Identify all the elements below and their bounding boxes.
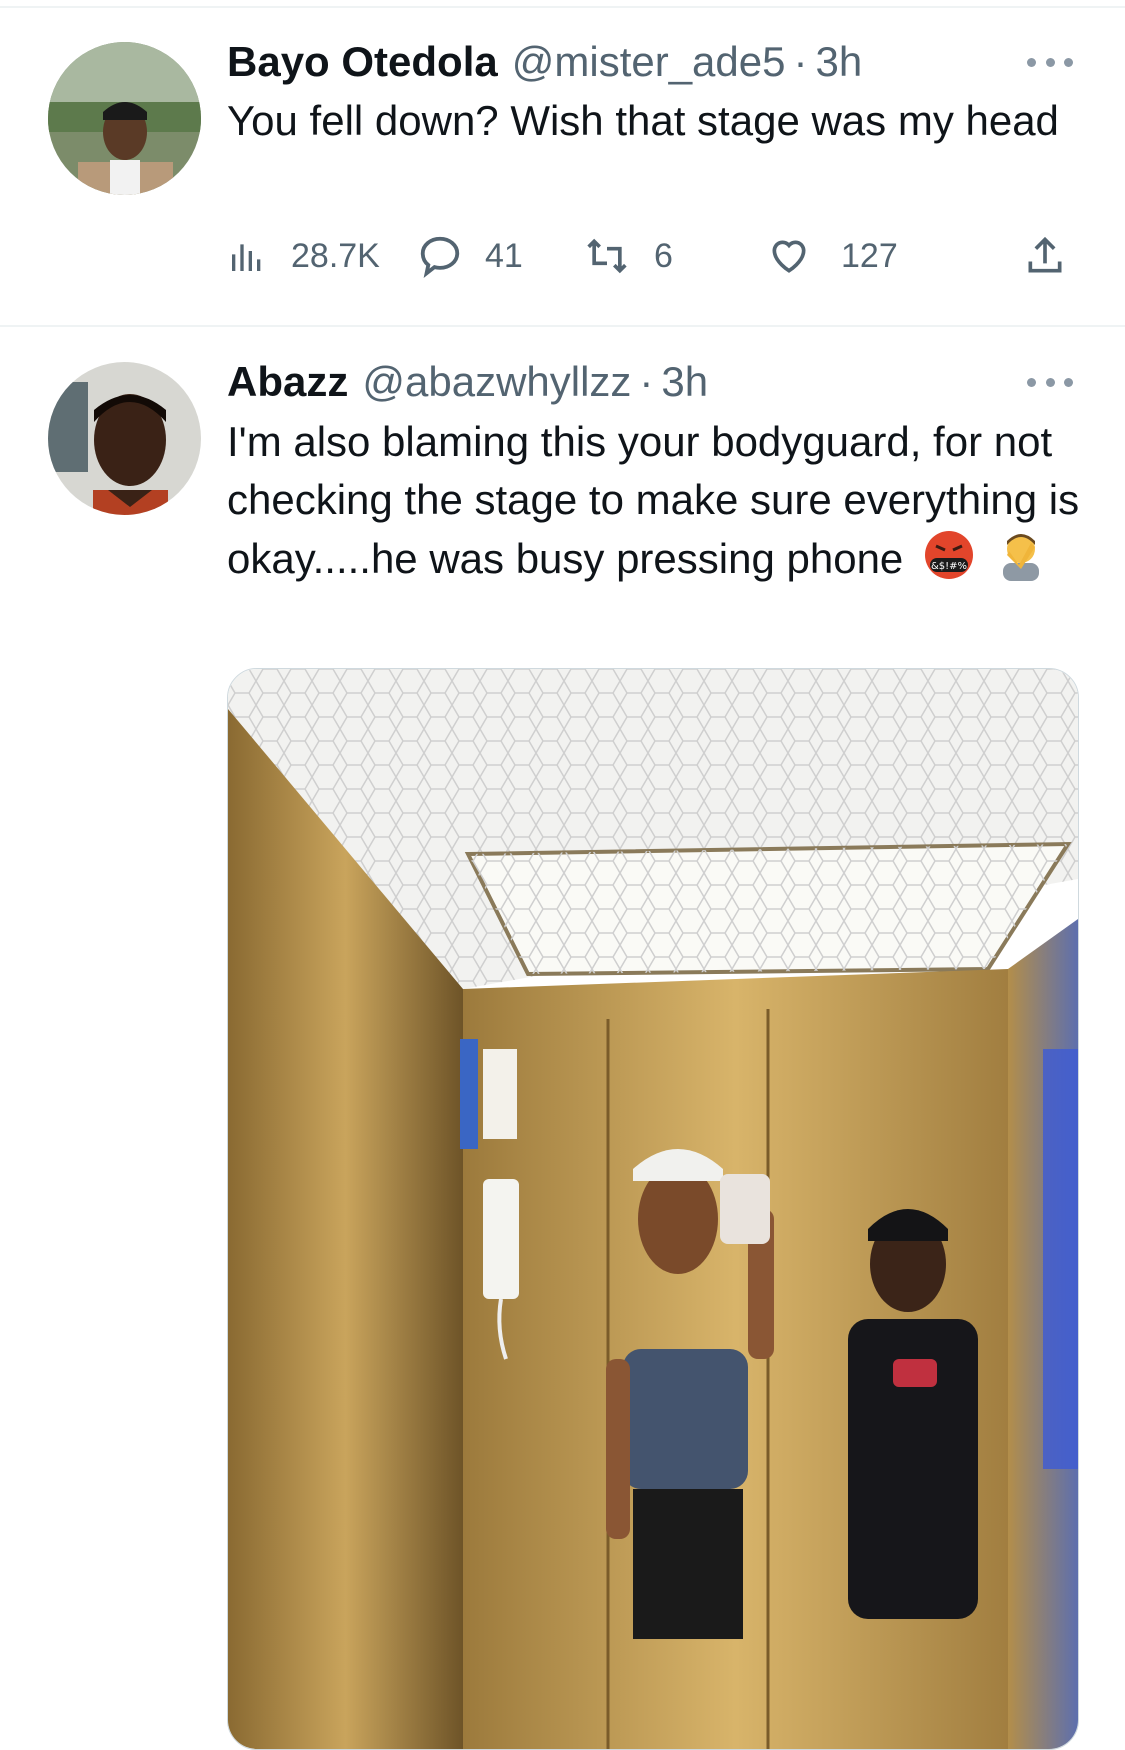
face-with-symbols-on-mouth-icon: &$!#% — [924, 531, 973, 579]
tweet-header: Abazz @abazwhyllzz · 3h — [227, 352, 1065, 412]
views-count: 28.7K — [291, 236, 380, 275]
timestamp[interactable]: 3h — [661, 358, 708, 406]
reply-button[interactable]: 41 — [417, 226, 523, 286]
avatar[interactable] — [48, 42, 201, 195]
avatar[interactable] — [48, 362, 201, 515]
views-button[interactable]: 28.7K — [227, 226, 380, 286]
author-handle[interactable]: @abazwhyllzz — [362, 358, 631, 406]
author-handle[interactable]: @mister_ade5 — [512, 38, 786, 86]
tweet-1[interactable]: Bayo Otedola @mister_ade5 · 3h You fell … — [0, 0, 1125, 325]
tweet-header: Bayo Otedola @mister_ade5 · 3h — [227, 32, 1065, 92]
more-icon[interactable] — [1027, 52, 1073, 72]
emoji-symbols: &$!#% — [931, 561, 967, 572]
person-facepalming-icon — [1002, 534, 1039, 581]
tweet-photo[interactable] — [227, 668, 1079, 1750]
action-bar: 28.7K 41 6 127 — [227, 226, 1077, 286]
tweet-text: I'm also blaming this your bodyguard, fo… — [227, 413, 1087, 588]
views-icon — [232, 244, 261, 271]
share-icon — [1028, 236, 1062, 273]
more-icon[interactable] — [1027, 372, 1073, 392]
author-name[interactable]: Bayo Otedola — [227, 38, 498, 86]
like-button[interactable]: 127 — [767, 226, 898, 286]
like-icon — [772, 240, 806, 273]
reply-count: 41 — [485, 236, 523, 275]
elevator-selfie-photo — [228, 669, 1078, 1749]
timestamp[interactable]: 3h — [816, 38, 863, 86]
author-name[interactable]: Abazz — [227, 358, 348, 406]
tweet-text: You fell down? Wish that stage was my he… — [227, 97, 1059, 144]
retweet-icon — [587, 238, 627, 274]
like-count: 127 — [841, 236, 898, 275]
separator: · — [793, 38, 808, 85]
reply-icon — [420, 236, 460, 278]
separator: · — [639, 358, 654, 405]
retweet-count: 6 — [654, 236, 673, 275]
share-button[interactable] — [1023, 226, 1067, 286]
retweet-button[interactable]: 6 — [582, 226, 673, 286]
